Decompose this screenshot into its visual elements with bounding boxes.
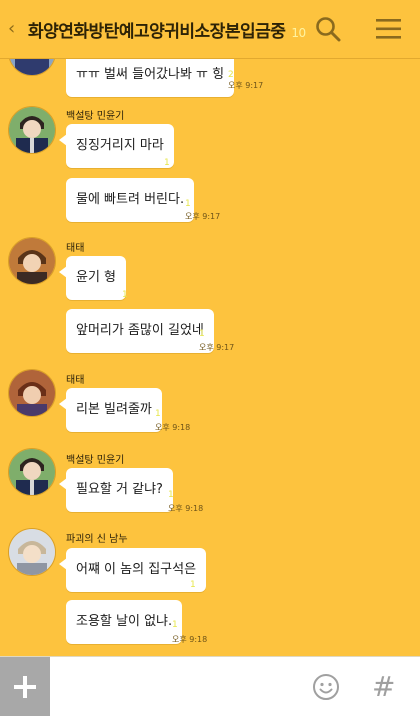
chat-header: ‹ 화양연화방탄예고양귀비소장본입금중 10 xyxy=(0,0,420,59)
message-bubble[interactable]: 조용할 날이 없냐. xyxy=(66,600,183,644)
unread-count: 1 xyxy=(155,409,161,419)
avatar[interactable] xyxy=(8,528,56,576)
message-time: 오후 9:18 xyxy=(155,423,191,432)
sender-name: 태태 xyxy=(66,375,85,386)
message-time: 오후 9:17 xyxy=(228,81,264,90)
unread-count: 1 xyxy=(168,490,174,500)
message-list[interactable]: ㅠㅠ 벌써 들어갔나봐 ㅠ 힝 2 오후 9:17 백설탕 민윤기 징징거리지 … xyxy=(0,58,420,656)
sender-name: 백설탕 민윤기 xyxy=(66,111,125,122)
message-time: 오후 9:18 xyxy=(172,635,208,644)
search-icon[interactable] xyxy=(315,16,341,42)
message-compose-bar: # xyxy=(0,656,420,716)
sender-name: 파괴의 신 남누 xyxy=(66,534,128,545)
avatar[interactable] xyxy=(8,237,56,285)
attach-plus-button[interactable] xyxy=(0,657,50,716)
avatar[interactable] xyxy=(8,448,56,496)
message-bubble[interactable]: 리본 빌려줄까 xyxy=(59,388,162,432)
sender-name: 백설탕 민윤기 xyxy=(66,455,125,466)
chat-room-name: 화양연화방탄예고양귀비소장본입금중 xyxy=(28,22,286,42)
message-time: 오후 9:17 xyxy=(185,212,221,221)
unread-count: 1 xyxy=(172,620,178,630)
message-time: 오후 9:17 xyxy=(199,343,235,352)
message-bubble[interactable]: 어쨰 이 놈의 집구석은 xyxy=(58,548,207,592)
message-bubble[interactable]: ㅠㅠ 벌써 들어갔나봐 ㅠ 힝 xyxy=(66,58,235,97)
sender-name: 태태 xyxy=(66,243,85,254)
emoji-icon[interactable] xyxy=(312,673,340,701)
message-bubble[interactable]: 앞머리가 좀많이 길었네 xyxy=(66,309,214,353)
hashtag-icon[interactable]: # xyxy=(372,670,395,703)
unread-count: 1 xyxy=(199,329,205,339)
avatar[interactable] xyxy=(8,58,56,76)
unread-count: 1 xyxy=(190,580,196,590)
message-input[interactable] xyxy=(56,667,300,707)
message-bubble[interactable]: 물에 빠트려 버린다. xyxy=(66,178,195,222)
unread-count: 2 xyxy=(228,70,234,80)
message-bubble[interactable]: 징징거리지 마라 xyxy=(59,124,174,168)
unread-count: 1 xyxy=(185,199,191,209)
avatar[interactable] xyxy=(8,106,56,154)
member-count: 10 xyxy=(291,26,306,40)
chat-room-title: 화양연화방탄예고양귀비소장본입금중 10 xyxy=(28,17,306,42)
message-time: 오후 9:18 xyxy=(168,504,204,513)
hamburger-menu-icon[interactable] xyxy=(376,17,401,41)
message-bubble[interactable]: 윤기 형 xyxy=(58,256,127,300)
chevron-left-icon[interactable]: ‹ xyxy=(8,18,15,39)
message-bubble[interactable]: 필요할 거 같냐? xyxy=(59,468,173,512)
unread-count: 1 xyxy=(164,158,170,168)
unread-count: 1 xyxy=(122,290,128,300)
avatar[interactable] xyxy=(8,369,56,417)
